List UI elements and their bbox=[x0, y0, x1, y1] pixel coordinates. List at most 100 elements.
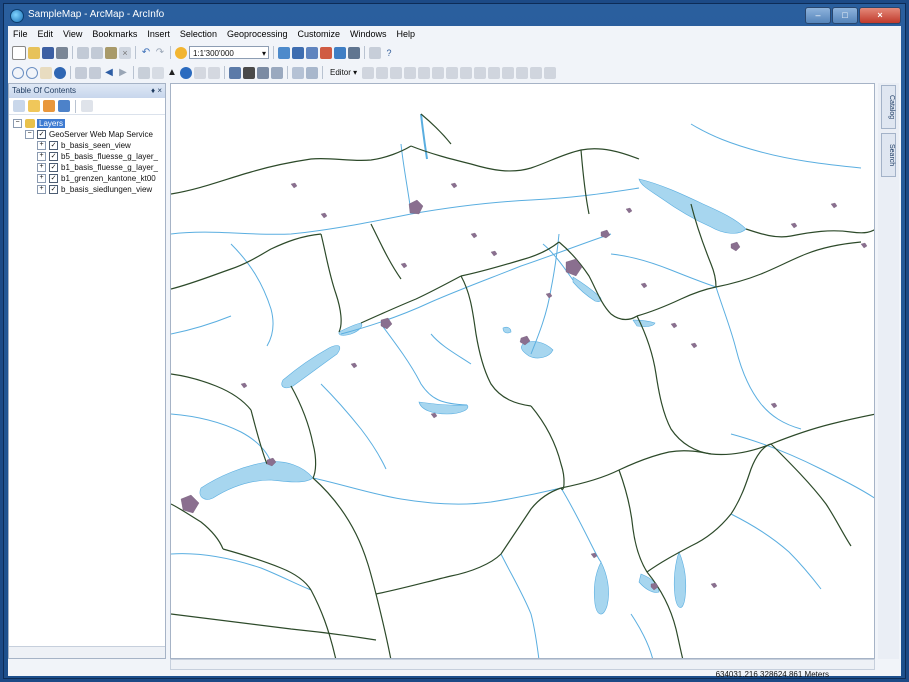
layer-row[interactable]: + ✓ b5_basis_fluesse_g_layer_ bbox=[9, 151, 165, 162]
menu-geoprocessing[interactable]: Geoprocessing bbox=[222, 29, 293, 39]
undo-icon[interactable]: ↶ bbox=[140, 47, 152, 59]
new-document-icon[interactable] bbox=[12, 45, 26, 60]
open-folder-icon[interactable] bbox=[28, 46, 40, 59]
identify-icon[interactable] bbox=[180, 66, 192, 79]
map-horizontal-scrollbar[interactable] bbox=[170, 659, 875, 670]
expand-icon[interactable]: + bbox=[37, 185, 46, 194]
fixed-zoom-in-icon[interactable] bbox=[75, 66, 87, 79]
maximize-button[interactable]: □ bbox=[832, 7, 858, 24]
catalog-icon[interactable] bbox=[306, 46, 318, 59]
whats-this-icon[interactable]: ? bbox=[383, 47, 395, 59]
time-slider-icon[interactable] bbox=[306, 66, 318, 79]
menu-customize[interactable]: Customize bbox=[293, 29, 346, 39]
full-extent-icon[interactable] bbox=[54, 66, 66, 79]
binoculars-icon[interactable] bbox=[243, 66, 255, 79]
tree-row-service[interactable]: − ✓ GeoServer Web Map Service bbox=[9, 129, 165, 140]
search-window-icon[interactable] bbox=[320, 46, 332, 59]
menu-insert[interactable]: Insert bbox=[142, 29, 175, 39]
hyperlink-icon[interactable] bbox=[208, 66, 220, 79]
layer-row[interactable]: + ✓ b1_grenzen_kantone_kt00 bbox=[9, 173, 165, 184]
menu-help[interactable]: Help bbox=[392, 29, 421, 39]
attributes-icon[interactable] bbox=[516, 66, 529, 79]
visibility-checkbox[interactable]: ✓ bbox=[37, 130, 46, 139]
visibility-checkbox[interactable]: ✓ bbox=[49, 185, 58, 194]
print-icon[interactable] bbox=[56, 46, 68, 59]
save-icon[interactable] bbox=[42, 46, 54, 59]
layer-label[interactable]: b_basis_seen_view bbox=[61, 141, 131, 150]
visibility-checkbox[interactable]: ✓ bbox=[49, 163, 58, 172]
list-by-visibility-icon[interactable] bbox=[43, 100, 55, 112]
layer-label[interactable]: b5_basis_fluesse_g_layer_ bbox=[61, 152, 158, 161]
visibility-checkbox[interactable]: ✓ bbox=[49, 152, 58, 161]
layer-label[interactable]: b_basis_siedlungen_view bbox=[61, 185, 152, 194]
table-of-contents-icon[interactable] bbox=[292, 46, 304, 59]
toc-window-controls[interactable]: ♦ × bbox=[151, 84, 162, 98]
model-builder-icon[interactable] bbox=[369, 46, 381, 59]
catalog-tab[interactable]: Catalog bbox=[881, 85, 896, 129]
list-by-source-icon[interactable] bbox=[28, 100, 40, 112]
menu-view[interactable]: View bbox=[58, 29, 87, 39]
visibility-checkbox[interactable]: ✓ bbox=[49, 141, 58, 150]
menu-edit[interactable]: Edit bbox=[33, 29, 59, 39]
toc-horizontal-scrollbar[interactable] bbox=[9, 646, 165, 658]
find-icon[interactable] bbox=[229, 66, 241, 79]
pan-icon[interactable] bbox=[40, 66, 52, 79]
measure-icon[interactable] bbox=[292, 66, 304, 79]
expand-icon[interactable]: + bbox=[37, 152, 46, 161]
menu-file[interactable]: File bbox=[8, 29, 33, 39]
tree-row-layers[interactable]: − Layers bbox=[9, 118, 165, 129]
copy-icon[interactable] bbox=[91, 46, 103, 59]
map-display[interactable] bbox=[170, 83, 875, 659]
minimize-button[interactable]: – bbox=[805, 7, 831, 24]
list-by-drawing-order-icon[interactable] bbox=[13, 100, 25, 112]
split-icon[interactable] bbox=[488, 66, 501, 79]
back-extent-icon[interactable]: ◀ bbox=[103, 67, 115, 79]
edit-tool-icon[interactable] bbox=[362, 66, 375, 79]
layers-label[interactable]: Layers bbox=[37, 119, 66, 128]
forward-extent-icon[interactable]: ▶ bbox=[117, 67, 129, 79]
create-features-icon[interactable] bbox=[544, 66, 557, 79]
fixed-zoom-out-icon[interactable] bbox=[89, 66, 101, 79]
expand-icon[interactable]: + bbox=[37, 174, 46, 183]
select-features-icon[interactable] bbox=[138, 66, 150, 79]
layer-row[interactable]: + ✓ b_basis_siedlungen_view bbox=[9, 184, 165, 195]
go-to-xy-icon[interactable] bbox=[271, 66, 283, 79]
route-icon[interactable] bbox=[257, 66, 269, 79]
add-data-icon[interactable] bbox=[175, 46, 187, 59]
toc-options-icon[interactable] bbox=[81, 100, 93, 112]
map-canvas[interactable] bbox=[171, 84, 875, 659]
editor-menu-button[interactable]: Editor ▾ bbox=[327, 68, 360, 77]
menu-bookmarks[interactable]: Bookmarks bbox=[87, 29, 142, 39]
layer-row[interactable]: + ✓ b1_basis_fluesse_g_layer_ bbox=[9, 162, 165, 173]
close-button[interactable]: × bbox=[859, 7, 901, 24]
endpoint-arc-icon[interactable] bbox=[404, 66, 417, 79]
cut-icon[interactable] bbox=[77, 46, 89, 59]
collapse-icon[interactable]: − bbox=[13, 119, 22, 128]
expand-icon[interactable]: + bbox=[37, 141, 46, 150]
edit-annotation-icon[interactable] bbox=[376, 66, 389, 79]
html-popup-icon[interactable] bbox=[194, 66, 206, 79]
layer-label[interactable]: b1_basis_fluesse_g_layer_ bbox=[61, 163, 158, 172]
trace-icon[interactable] bbox=[418, 66, 431, 79]
service-label[interactable]: GeoServer Web Map Service bbox=[49, 130, 153, 139]
collapse-icon[interactable]: − bbox=[25, 130, 34, 139]
select-elements-icon[interactable]: ▲ bbox=[166, 67, 178, 79]
straight-segment-icon[interactable] bbox=[390, 66, 403, 79]
sketch-properties-icon[interactable] bbox=[530, 66, 543, 79]
edit-vertices-icon[interactable] bbox=[446, 66, 459, 79]
cut-polygons-icon[interactable] bbox=[474, 66, 487, 79]
clear-selection-icon[interactable] bbox=[152, 66, 164, 79]
zoom-out-icon[interactable] bbox=[26, 66, 38, 79]
search-tab[interactable]: Search bbox=[881, 133, 896, 177]
menu-selection[interactable]: Selection bbox=[175, 29, 222, 39]
menu-windows[interactable]: Windows bbox=[345, 29, 392, 39]
python-window-icon[interactable] bbox=[348, 46, 360, 59]
redo-icon[interactable]: ↷ bbox=[154, 47, 166, 59]
arctoolbox-icon[interactable] bbox=[334, 46, 346, 59]
map-scale-dropdown[interactable]: 1:1'300'000 bbox=[189, 46, 269, 60]
list-by-selection-icon[interactable] bbox=[58, 100, 70, 112]
expand-icon[interactable]: + bbox=[37, 163, 46, 172]
editor-toolbar-icon[interactable] bbox=[278, 46, 290, 59]
rotate-icon[interactable] bbox=[502, 66, 515, 79]
delete-icon[interactable]: × bbox=[119, 46, 131, 59]
